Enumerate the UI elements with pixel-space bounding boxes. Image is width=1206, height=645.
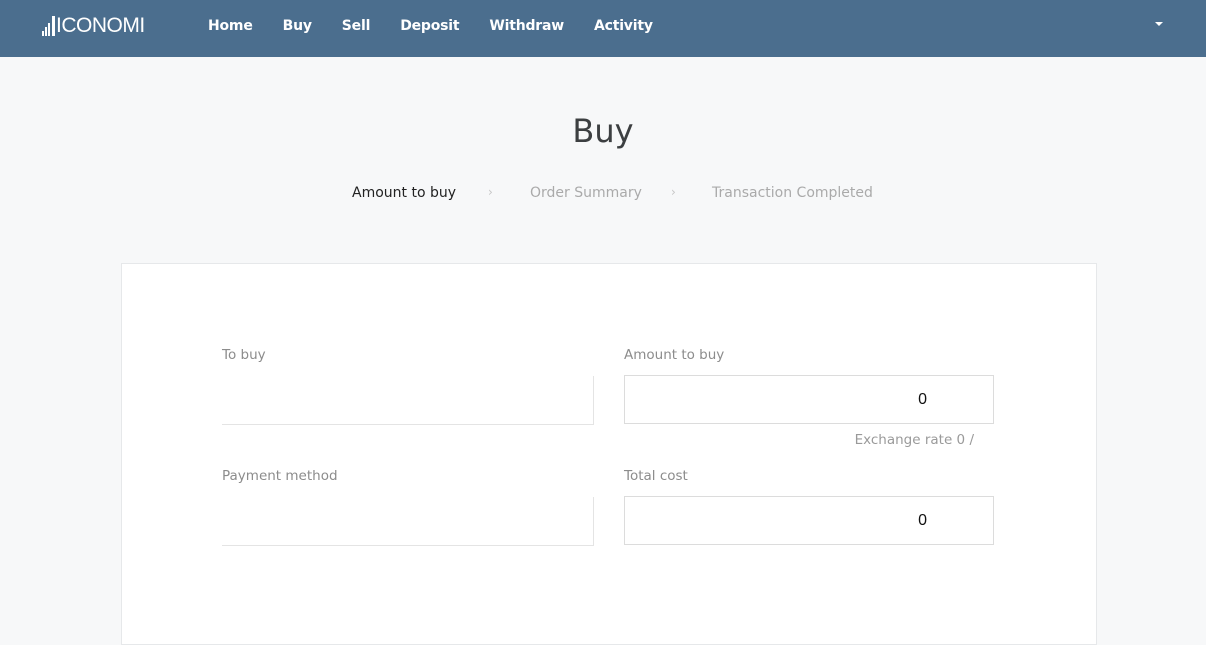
to-buy-select[interactable]	[222, 376, 594, 425]
exchange-rate-text: Exchange rate 0 /	[854, 432, 974, 448]
bar-chart-logo-icon	[42, 16, 55, 36]
total-cost-input[interactable]	[624, 496, 994, 545]
logo-text: ICONOMI	[56, 14, 145, 37]
to-buy-label: To buy	[222, 347, 266, 363]
top-navbar: ICONOMI Home Buy Sell Deposit Withdraw A…	[0, 0, 1206, 57]
buy-form-card: To buy Amount to buy Exchange rate 0 / P…	[121, 263, 1097, 645]
nav-home[interactable]: Home	[196, 0, 268, 52]
payment-method-select[interactable]	[222, 497, 594, 546]
nav-activity[interactable]: Activity	[579, 0, 668, 52]
nav-withdraw[interactable]: Withdraw	[474, 0, 579, 52]
progress-steps: Amount to buy › Order Summary › Transact…	[0, 183, 1206, 203]
amount-to-buy-input[interactable]	[624, 375, 994, 424]
step-transaction-completed: Transaction Completed	[712, 185, 873, 201]
chevron-right-icon: ›	[671, 185, 676, 199]
nav-buy[interactable]: Buy	[268, 0, 327, 52]
amount-to-buy-label: Amount to buy	[624, 347, 725, 363]
user-menu-caret-down-icon[interactable]	[1155, 22, 1163, 26]
main-nav: Home Buy Sell Deposit Withdraw Activity	[196, 0, 668, 52]
step-amount-to-buy: Amount to buy	[352, 185, 457, 201]
nav-deposit[interactable]: Deposit	[385, 0, 474, 52]
page-title: Buy	[572, 112, 634, 150]
payment-method-label: Payment method	[222, 468, 338, 484]
step-order-summary: Order Summary	[530, 185, 642, 201]
nav-sell[interactable]: Sell	[327, 0, 385, 52]
chevron-right-icon: ›	[488, 185, 493, 199]
total-cost-label: Total cost	[624, 468, 688, 484]
iconomi-logo[interactable]: ICONOMI	[42, 14, 145, 38]
